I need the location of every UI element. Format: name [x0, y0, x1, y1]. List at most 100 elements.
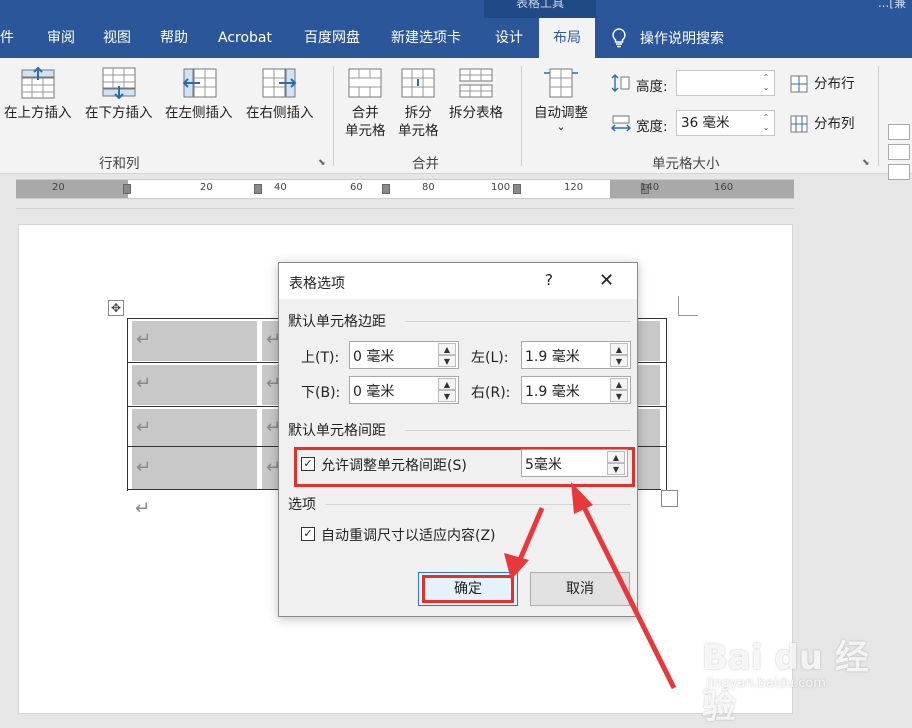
paragraph-mark-icon: ↵ [136, 329, 152, 350]
insert-below-button[interactable]: 在下方插入 [85, 66, 153, 122]
cell-size-launcher-icon[interactable]: ⬊ [862, 158, 870, 168]
split-cells-label-1: 拆分 [404, 105, 432, 121]
table-cell[interactable] [635, 321, 660, 361]
tab-acrobat[interactable]: Acrobat [218, 18, 272, 58]
tab-mailings[interactable]: 件 [0, 18, 14, 58]
spin-down-icon[interactable]: ▼ [438, 355, 456, 367]
ruler-number: 20 [200, 182, 213, 193]
distribute-cols-icon [790, 115, 808, 133]
checkmark-icon: ✓ [303, 527, 313, 540]
ruler-column-marker[interactable] [513, 184, 521, 194]
distribute-rows-button[interactable]: 分布行 [790, 75, 855, 93]
ruler-number: 80 [422, 182, 435, 193]
ruler-number: 140 [640, 182, 660, 193]
table-cell[interactable] [635, 449, 660, 489]
insert-above-label: 在上方插入 [4, 105, 72, 121]
spacing-section-title: 默认单元格间距 [288, 423, 386, 439]
spin-up-icon[interactable]: ▲ [438, 343, 456, 355]
insert-above-button[interactable]: 在上方插入 [4, 66, 72, 122]
insert-right-icon [262, 68, 297, 98]
spin-down-icon[interactable]: ▼ [610, 390, 628, 402]
spin-buttons[interactable]: ▲ ▼ [438, 378, 456, 402]
align-bottom-icon[interactable] [888, 164, 910, 180]
ruler-column-marker[interactable] [254, 184, 262, 194]
insert-left-button[interactable]: 在左侧插入 [165, 66, 233, 122]
left-margin-input[interactable]: 1.9 毫米 ▲ ▼ [521, 341, 631, 369]
distribute-cols-button[interactable]: 分布列 [790, 115, 855, 133]
align-middle-icon[interactable] [888, 144, 910, 160]
cancel-button[interactable]: 取消 [530, 572, 630, 606]
right-margin-input[interactable]: 1.9 毫米 ▲ ▼ [521, 376, 631, 404]
merge-cells-button[interactable]: 合并 单元格 [345, 66, 386, 140]
ruler-column-marker[interactable] [382, 184, 390, 194]
tab-baidu-netdisk[interactable]: 百度网盘 [304, 18, 360, 58]
tell-me-search[interactable]: 操作说明搜索 [612, 18, 724, 58]
table-cell[interactable] [635, 365, 660, 405]
row-height-input[interactable]: ⌃ ⌄ [676, 70, 775, 96]
insert-right-button[interactable]: 在右侧插入 [246, 66, 314, 122]
spin-up-icon[interactable]: ▲ [607, 451, 625, 463]
tab-view[interactable]: 视图 [103, 18, 131, 58]
table-options-dialog: 表格选项 ? ✕ 默认单元格边距 上(T): 0 毫米 ▲ ▼ 左(L): 1.9… [278, 262, 638, 617]
rows-cols-launcher-icon[interactable]: ⬊ [318, 158, 326, 168]
spin-up-icon[interactable]: ▲ [610, 378, 628, 390]
spin-down-icon[interactable]: ⌄ [761, 83, 771, 93]
help-icon[interactable]: ? [545, 271, 553, 289]
bottom-margin-input[interactable]: 0 毫米 ▲ ▼ [349, 376, 459, 404]
horizontal-ruler[interactable]: 20 20 40 60 80 100 120 140 160 [16, 179, 794, 199]
tab-help[interactable]: 帮助 [160, 18, 188, 58]
align-top-icon[interactable] [888, 124, 910, 140]
margins-section-title: 默认单元格边距 [288, 314, 386, 330]
split-table-button[interactable]: 拆分表格 [449, 66, 503, 122]
tab-review[interactable]: 审阅 [47, 18, 75, 58]
distribute-cols-label: 分布列 [814, 116, 855, 132]
split-cells-label-2: 单元格 [398, 123, 439, 139]
split-cells-button[interactable]: 拆分 单元格 [398, 66, 439, 140]
paragraph-mark-icon: ↵ [135, 498, 151, 519]
spin-up-icon[interactable]: ▲ [610, 343, 628, 355]
autofit-checkbox[interactable]: ✓ [301, 527, 315, 541]
width-label: 宽度: [636, 119, 668, 135]
insert-below-label: 在下方插入 [85, 105, 153, 121]
tab-layout[interactable]: 布局 [539, 18, 595, 58]
distribute-rows-label: 分布行 [814, 76, 855, 92]
spin-up-icon[interactable]: ⌃ [761, 73, 771, 83]
close-icon[interactable]: ✕ [599, 270, 614, 291]
column-width-input[interactable]: 36 毫米 ⌃ ⌄ [676, 110, 775, 136]
tab-new-tab[interactable]: 新建选项卡 [391, 18, 461, 58]
table-cell[interactable] [635, 409, 660, 449]
ruler-column-marker[interactable] [123, 184, 131, 194]
section-divider [325, 504, 631, 505]
spin-down-icon[interactable]: ⌄ [761, 123, 771, 133]
column-width-icon [611, 114, 631, 136]
table-resize-handle[interactable] [661, 490, 678, 507]
split-table-label: 拆分表格 [449, 105, 503, 121]
spin-buttons[interactable]: ▲ ▼ [610, 343, 628, 367]
allow-spacing-checkbox[interactable]: ✓ [301, 457, 315, 471]
autofit-button[interactable]: 自动调整 ⌄ [534, 66, 588, 132]
alignment-buttons [884, 120, 912, 210]
group-separator [878, 66, 879, 166]
spin-buttons[interactable]: ▲ ▼ [438, 343, 456, 367]
window-title: ...[兼 [877, 0, 906, 10]
spin-down-icon[interactable]: ▼ [438, 390, 456, 402]
paragraph-mark-icon: ↵ [136, 373, 152, 394]
spin-up-icon[interactable]: ⌃ [761, 113, 771, 123]
spin-up-icon[interactable]: ▲ [438, 378, 456, 390]
ribbon: 在上方插入 在下方插入 在左侧插入 在右侧插入 行和列 ⬊ 合并 单元格 拆分 … [0, 58, 912, 180]
spin-down-icon[interactable]: ▼ [607, 463, 625, 475]
spin-buttons[interactable]: ▲ ▼ [607, 451, 625, 475]
top-margin-input[interactable]: 0 毫米 ▲ ▼ [349, 341, 459, 369]
tab-design[interactable]: 设计 [495, 18, 523, 58]
ruler-number: 120 [564, 182, 584, 193]
watermark-url: jingyan.baidu.com [706, 676, 826, 691]
ok-button[interactable]: 确定 [418, 572, 518, 606]
table-move-handle-icon[interactable]: ✥ [108, 300, 124, 316]
spin-down-icon[interactable]: ▼ [610, 355, 628, 367]
ruler-number: 160 [714, 182, 734, 193]
cell-spacing-input[interactable]: 5毫米 ▲ ▼ [521, 449, 628, 477]
right-margin-label: 右(R): [471, 385, 511, 401]
insert-left-label: 在左侧插入 [165, 105, 233, 121]
spin-buttons[interactable]: ▲ ▼ [610, 378, 628, 402]
tell-me-label: 操作说明搜索 [640, 31, 724, 47]
